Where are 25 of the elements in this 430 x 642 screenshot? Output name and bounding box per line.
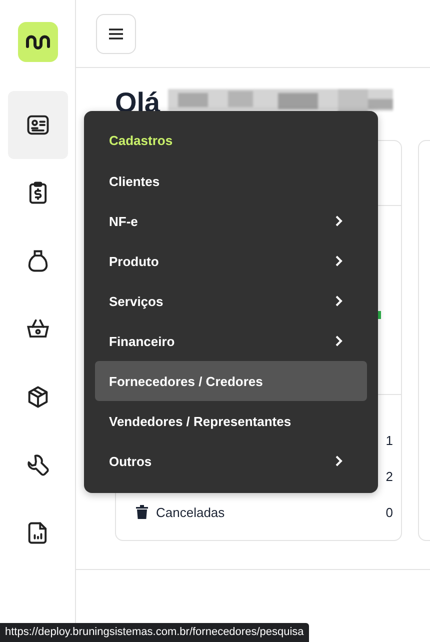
menu-item[interactable]: Financeiro bbox=[95, 321, 367, 361]
sidebar-item[interactable] bbox=[8, 91, 68, 159]
menu-item[interactable]: NF-e bbox=[95, 201, 367, 241]
chevron-right-icon bbox=[335, 215, 343, 227]
row-value: 0 bbox=[386, 504, 393, 520]
chevron-right-icon bbox=[335, 455, 343, 467]
row-label: Canceladas bbox=[156, 504, 225, 520]
trash-icon bbox=[136, 505, 148, 519]
menu-item[interactable]: Vendedores / Representantes bbox=[95, 401, 367, 441]
menu-item[interactable]: Serviços bbox=[95, 281, 367, 321]
wrench-icon bbox=[24, 452, 50, 478]
menu-button[interactable] bbox=[96, 14, 136, 54]
menu-icon bbox=[108, 28, 124, 40]
app-logo[interactable] bbox=[18, 22, 58, 62]
menu-item[interactable]: Fornecedores / Credores bbox=[95, 361, 367, 401]
menu-title: Cadastros bbox=[108, 132, 174, 150]
chevron-right-icon bbox=[335, 295, 343, 307]
chevron-right-icon bbox=[335, 335, 343, 347]
status-url: https://deploy.bruningsistemas.com.br/fornecedores/pesquisa bbox=[0, 623, 309, 642]
chevron-right-icon bbox=[335, 255, 343, 267]
menu-item[interactable]: Clientes bbox=[95, 161, 367, 201]
row-value: 1 bbox=[386, 432, 393, 448]
row-value: 2 bbox=[386, 468, 393, 484]
menu-item[interactable]: Produto bbox=[95, 241, 367, 281]
menu-item[interactable]: Outros bbox=[95, 441, 367, 481]
